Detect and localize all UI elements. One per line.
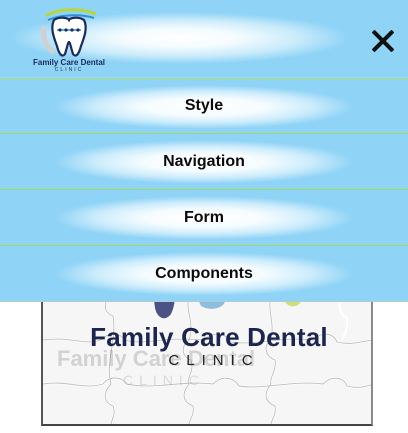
close-icon[interactable] bbox=[366, 24, 400, 58]
menu-item-label: Navigation bbox=[163, 152, 245, 170]
nav-menu: Style Navigation Form Components bbox=[0, 78, 408, 302]
header-bar: Family Care Dental CLINIC bbox=[0, 0, 408, 78]
logo[interactable]: Family Care Dental CLINIC bbox=[24, 6, 114, 74]
menu-item-style[interactable]: Style bbox=[0, 78, 408, 134]
menu-item-label: Form bbox=[184, 208, 224, 226]
puzzle-logo-text: Family Care Dental CLINIC bbox=[43, 322, 371, 370]
logo-subtitle: CLINIC bbox=[54, 67, 84, 73]
menu-item-form[interactable]: Form bbox=[0, 190, 408, 246]
menu-item-components[interactable]: Components bbox=[0, 246, 408, 302]
logo-name: Family Care Dental bbox=[32, 58, 106, 67]
menu-item-label: Components bbox=[155, 264, 253, 282]
menu-item-navigation[interactable]: Navigation bbox=[0, 134, 408, 190]
menu-item-label: Style bbox=[184, 97, 224, 114]
puzzle-title: Family Care Dental bbox=[90, 322, 328, 352]
puzzle-ghost-sub: CLINIC bbox=[123, 372, 205, 388]
puzzle-subtitle: CLINIC bbox=[168, 352, 260, 369]
tooth-icon bbox=[41, 8, 97, 57]
